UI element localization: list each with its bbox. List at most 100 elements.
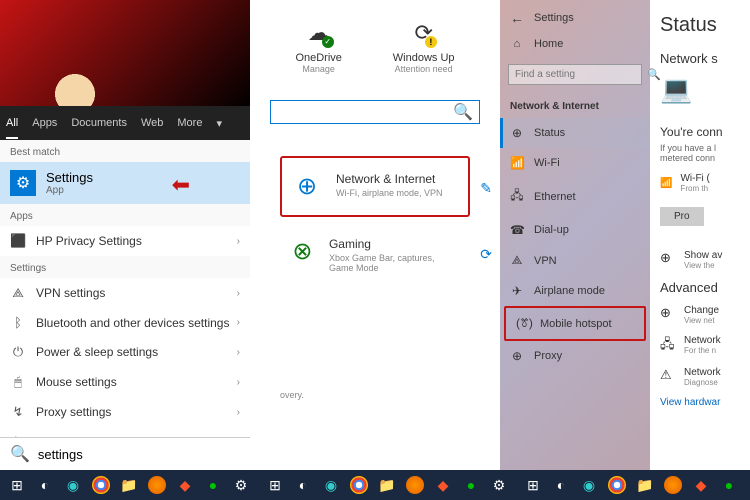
nav-proxy[interactable]: ⊕Proxy — [500, 341, 650, 371]
vpn-icon: ⟁ — [10, 285, 26, 301]
adv-network-sharing[interactable]: 🖧NetworkFor the n — [660, 335, 740, 357]
taskbar-2: ⊞ ◐ ◉ 📁 ◆ ● ⚙ — [258, 470, 516, 500]
adv-change-adapter[interactable]: ⊕ChangeView net — [660, 305, 740, 325]
pen-icon[interactable]: ✎ — [480, 180, 492, 197]
firefox-icon — [664, 476, 682, 494]
result-mouse[interactable]: 🖱Mouse settings› — [0, 367, 250, 397]
ease-icon[interactable]: ⟳ — [480, 246, 492, 263]
globe-icon: ⊕ — [660, 250, 676, 266]
find-input[interactable] — [515, 69, 647, 80]
search-icon: 🔍 — [453, 102, 473, 122]
explorer-icon[interactable]: 📁 — [632, 472, 658, 498]
line-icon[interactable]: ● — [458, 472, 484, 498]
edge-icon[interactable]: ◉ — [576, 472, 602, 498]
service-windows-update[interactable]: ⟳! Windows Up Attention need — [393, 20, 455, 74]
chevron-right-icon: › — [237, 407, 240, 418]
bluetooth-icon: ᛒ — [10, 315, 26, 330]
start-button[interactable]: ⊞ — [262, 472, 288, 498]
tab-web[interactable]: Web — [141, 117, 163, 129]
line-icon[interactable]: ● — [200, 472, 226, 498]
vpn-icon: ⟁ — [510, 253, 524, 268]
results-list: ⬛HP Privacy Settings › Settings ⟁VPN set… — [0, 226, 250, 437]
advanced-title: Advanced — [660, 280, 740, 295]
tab-all[interactable]: All — [6, 107, 18, 139]
home-label: Home — [534, 38, 563, 50]
category-tiles: ⊕ Network & InternetWi-Fi, airplane mode… — [250, 140, 500, 303]
gear-icon[interactable]: ⚙ — [486, 472, 512, 498]
nav-wifi[interactable]: 📶Wi-Fi — [500, 148, 650, 178]
line-icon[interactable]: ● — [716, 472, 742, 498]
result-hp-privacy[interactable]: ⬛HP Privacy Settings › — [0, 226, 250, 256]
brave-icon[interactable]: ◆ — [172, 472, 198, 498]
wifi-icon: 📶 — [510, 156, 524, 170]
taskbar-icon[interactable]: ◐ — [548, 472, 574, 498]
taskbar-icon[interactable] — [346, 472, 372, 498]
nav-mobile-hotspot[interactable]: (ꔢ)Mobile hotspot — [504, 306, 646, 341]
chevron-down-icon: ▾ — [216, 117, 222, 130]
tile-network-internet[interactable]: ⊕ Network & InternetWi-Fi, airplane mode… — [280, 156, 470, 217]
connection-title: You're conn — [660, 125, 740, 139]
gear-icon[interactable]: ⚙ — [228, 472, 254, 498]
result-change-proxy[interactable]: ↯Change proxy settings› — [0, 427, 250, 437]
find-setting-box[interactable]: 🔍 — [270, 100, 480, 124]
edge-icon[interactable]: ◉ — [60, 472, 86, 498]
result-power[interactable]: ⏻Power & sleep settings› — [0, 337, 250, 367]
nav-status[interactable]: ⊕Status — [500, 118, 650, 148]
result-vpn[interactable]: ⟁VPN settings› — [0, 278, 250, 308]
search-input-box[interactable]: 🔍 — [0, 437, 250, 470]
taskbar-icon[interactable] — [604, 472, 630, 498]
wifi-icon: 📶 — [660, 178, 672, 189]
properties-button[interactable]: Pro — [660, 207, 704, 226]
brave-icon[interactable]: ◆ — [688, 472, 714, 498]
edge-icon[interactable]: ◉ — [318, 472, 344, 498]
adv-troubleshoot[interactable]: ⚠NetworkDiagnose — [660, 367, 740, 387]
nav-dialup[interactable]: ☎Dial-up — [500, 215, 650, 245]
service-onedrive[interactable]: ☁✓ OneDrive Manage — [295, 20, 341, 74]
update-icon: ⟳! — [414, 20, 432, 46]
back-button[interactable]: ← — [510, 10, 524, 26]
section-best-match: Best match — [0, 140, 250, 162]
taskbar-icon[interactable] — [88, 472, 114, 498]
gear-icon[interactable]: ⚙ — [744, 472, 750, 498]
airplane-icon: ✈ — [510, 284, 524, 298]
nav-vpn[interactable]: ⟁VPN — [500, 245, 650, 276]
wifi-name: Wi-Fi ( — [680, 173, 709, 184]
tab-documents[interactable]: Documents — [71, 117, 127, 129]
start-button[interactable]: ⊞ — [4, 472, 30, 498]
search-input[interactable] — [38, 447, 240, 462]
network-settings-panel: ← Settings ⌂ Home 🔍 Network & Internet ⊕… — [500, 0, 750, 470]
sidebar-header: ← Settings — [500, 6, 650, 30]
taskbar-icon[interactable] — [144, 472, 170, 498]
item-sub: Diagnose — [684, 378, 721, 387]
explorer-icon[interactable]: 📁 — [374, 472, 400, 498]
phone-icon: ☎ — [510, 223, 524, 237]
section-settings: Settings — [0, 256, 250, 278]
best-match-settings[interactable]: ⚙ Settings App ⬅ — [0, 162, 250, 204]
start-button[interactable]: ⊞ — [520, 472, 546, 498]
wifi-sub: From th — [680, 184, 709, 193]
brave-icon[interactable]: ◆ — [430, 472, 456, 498]
explorer-icon[interactable]: 📁 — [116, 472, 142, 498]
view-hardware-link[interactable]: View hardwar — [660, 397, 740, 408]
taskbar-icon[interactable] — [402, 472, 428, 498]
result-bluetooth[interactable]: ᛒBluetooth and other devices settings› — [0, 308, 250, 337]
nav-ethernet[interactable]: 🖧Ethernet — [500, 178, 650, 215]
tab-more[interactable]: More — [177, 117, 202, 129]
service-title: OneDrive — [295, 52, 341, 64]
result-proxy[interactable]: ↯Proxy settings› — [0, 397, 250, 427]
partial-text: overy. — [280, 390, 304, 400]
tab-apps[interactable]: Apps — [32, 117, 57, 129]
taskbar-icon[interactable] — [660, 472, 686, 498]
start-search-popup: All Apps Documents Web More ▾ Best match… — [0, 106, 250, 470]
chrome-icon — [350, 476, 368, 494]
sidebar-home[interactable]: ⌂ Home — [500, 30, 650, 58]
taskbar-icon[interactable]: ◐ — [290, 472, 316, 498]
search-icon: 🔍 — [10, 444, 30, 464]
nav-airplane[interactable]: ✈Airplane mode — [500, 276, 650, 306]
tile-gaming[interactable]: ⊗ GamingXbox Game Bar, captures, Game Mo… — [280, 223, 470, 287]
find-setting-input[interactable]: 🔍 — [508, 64, 642, 85]
tile-sub: Wi-Fi, airplane mode, VPN — [336, 188, 443, 198]
show-available[interactable]: ⊕Show avView the — [660, 250, 740, 270]
item-title: Change — [684, 305, 719, 316]
taskbar-icon[interactable]: ◐ — [32, 472, 58, 498]
